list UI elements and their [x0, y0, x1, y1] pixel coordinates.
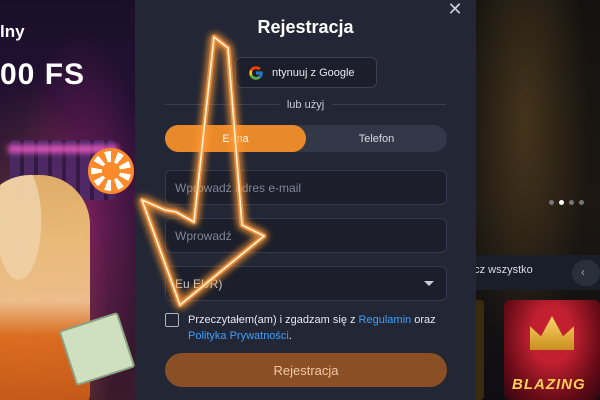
chevron-left-icon: ‹	[581, 265, 585, 279]
tab-phone[interactable]: Telefon	[306, 125, 447, 152]
casino-background: acz wszystko ‹ BLAZING	[476, 0, 600, 400]
password-field[interactable]	[165, 218, 447, 253]
or-divider: lub użyj	[165, 99, 447, 111]
promo-heading: lny	[0, 22, 25, 41]
terms-middle: oraz	[411, 314, 436, 326]
divider-line	[165, 104, 279, 105]
chevron-down-icon	[424, 281, 434, 286]
terms-checkbox[interactable]	[165, 313, 179, 327]
see-all-link[interactable]: acz wszystko	[476, 264, 533, 276]
email-field[interactable]	[165, 170, 447, 205]
carousel-dot[interactable]	[559, 200, 564, 205]
password-input[interactable]	[175, 228, 446, 243]
signup-method-toggle: E-ma Telefon	[165, 125, 447, 152]
email-input[interactable]	[175, 180, 446, 195]
tab-email[interactable]: E-ma	[165, 125, 306, 152]
terms-consent: Przeczytałem(am) i zgadzam się z Regulam…	[165, 312, 455, 344]
terms-prefix: Przeczytałem(am) i zgadzam się z	[188, 314, 359, 326]
promo-free-spins: 00 FS	[0, 58, 86, 91]
divider-text: lub użyj	[286, 98, 325, 111]
promo-banner: lny 00 FS	[0, 0, 135, 400]
carousel-prev-button[interactable]: ‹	[572, 260, 600, 286]
carousel-dot[interactable]	[569, 200, 574, 205]
continue-with-google-button[interactable]: ntynuuj z Google	[235, 57, 377, 88]
divider-line	[332, 104, 447, 105]
game-title: BLAZING	[512, 376, 586, 393]
game-tile-partial[interactable]	[476, 300, 484, 400]
google-button-label: ntynuuj z Google	[272, 66, 355, 79]
terms-suffix: .	[288, 330, 292, 342]
register-button[interactable]: Rejestracja	[165, 353, 447, 387]
google-icon	[249, 65, 263, 80]
privacy-policy-link[interactable]: Polityka Prywatności	[188, 330, 289, 342]
carousel-dot[interactable]	[579, 200, 584, 205]
currency-select[interactable]: Eu EUR)	[165, 266, 447, 301]
carousel-dots[interactable]	[549, 200, 584, 205]
modal-title: Rejestracja	[257, 17, 354, 37]
casino-chip-image	[88, 148, 134, 194]
currency-value: Eu EUR)	[175, 276, 223, 291]
terms-link[interactable]: Regulamin	[359, 314, 412, 326]
terms-text: Przeczytałem(am) i zgadzam się z Regulam…	[188, 312, 455, 344]
carousel-dot[interactable]	[549, 200, 554, 205]
registration-modal: ✕ Rejestracja ntynuuj z Google lub użyj …	[135, 0, 476, 400]
